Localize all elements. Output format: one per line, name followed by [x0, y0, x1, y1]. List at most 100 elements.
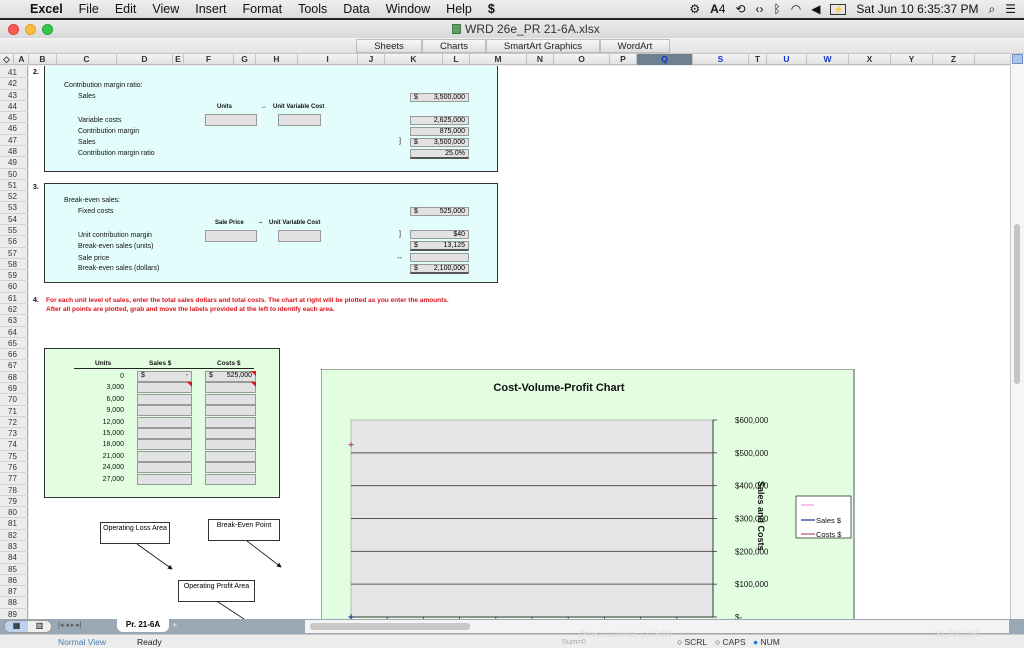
column-header-j[interactable]: J: [358, 54, 385, 65]
costs-input-cell[interactable]: [205, 393, 256, 405]
row-header-79[interactable]: 79: [0, 496, 28, 508]
column-header-q[interactable]: Q: [637, 54, 693, 65]
battery-icon[interactable]: ⚡: [830, 3, 847, 15]
sales-input-cell[interactable]: [137, 405, 192, 417]
sheet-tab-active[interactable]: Pr. 21-6A: [117, 619, 169, 632]
column-header-m[interactable]: M: [470, 54, 527, 65]
column-header-n[interactable]: N: [527, 54, 554, 65]
column-header-t[interactable]: T: [749, 54, 767, 65]
row-header-48[interactable]: 48: [0, 146, 28, 158]
notification-center-icon[interactable]: ☰: [1005, 2, 1016, 16]
column-header-e[interactable]: E: [173, 54, 184, 65]
sales-value-cell[interactable]: $3,500,000: [410, 93, 469, 102]
sheet-nav-arrows[interactable]: |◂ ◂ ▸ ▸|: [58, 621, 82, 629]
row-header-42[interactable]: 42: [0, 78, 28, 90]
sales-input-cell[interactable]: [137, 473, 192, 485]
sale-price-cell[interactable]: [410, 253, 469, 262]
sales-input-cell[interactable]: [137, 428, 192, 439]
row-header-54[interactable]: 54: [0, 214, 28, 225]
row-header-50[interactable]: 50: [0, 169, 28, 180]
be-dollars-cell[interactable]: $2,100,000: [410, 264, 469, 274]
row-header-71[interactable]: 71: [0, 406, 28, 417]
tab-sheets[interactable]: Sheets: [356, 39, 422, 53]
row-header-86[interactable]: 86: [0, 575, 28, 587]
costs-input-cell[interactable]: [205, 462, 256, 474]
page-layout-view-icon[interactable]: ▥: [28, 621, 51, 632]
vertical-scroll-thumb[interactable]: [1014, 224, 1020, 384]
row-header-70[interactable]: 70: [0, 394, 28, 406]
costs-input-cell[interactable]: [205, 382, 256, 394]
variable-costs-cell[interactable]: 2,625,000: [410, 116, 469, 125]
column-header-d[interactable]: D: [117, 54, 173, 65]
row-header-46[interactable]: 46: [0, 123, 28, 135]
column-header-u[interactable]: U: [767, 54, 807, 65]
vertical-scrollbar[interactable]: [1010, 54, 1024, 619]
unit-variable-cost-input-2[interactable]: [278, 230, 321, 242]
row-header-57[interactable]: 57: [0, 248, 28, 259]
row-header-81[interactable]: 81: [0, 518, 28, 530]
costs-first-cell[interactable]: $525,000: [205, 371, 256, 382]
row-header-78[interactable]: 78: [0, 485, 28, 496]
sales-input-cell[interactable]: [137, 416, 192, 428]
sales-cell-2[interactable]: $3,500,000: [410, 138, 469, 147]
column-header-y[interactable]: Y: [891, 54, 933, 65]
row-header-88[interactable]: 88: [0, 597, 28, 609]
cm-ratio-cell[interactable]: 25.0%: [410, 149, 469, 159]
menu-insert[interactable]: Insert: [187, 2, 234, 16]
be-units-cell[interactable]: $13,125: [410, 241, 469, 251]
row-header-44[interactable]: 44: [0, 101, 28, 113]
menu-help[interactable]: Help: [438, 2, 480, 16]
sales-first-cell[interactable]: $ -: [137, 371, 192, 382]
menu-file[interactable]: File: [71, 2, 107, 16]
operating-profit-label[interactable]: Operating Profit Area: [178, 580, 255, 602]
costs-input-cell[interactable]: [205, 439, 256, 451]
row-header-73[interactable]: 73: [0, 428, 28, 440]
zoom-button[interactable]: [42, 24, 53, 35]
normal-view-icon[interactable]: ▦: [5, 621, 28, 632]
tab-wordart[interactable]: WordArt: [600, 39, 670, 53]
clock[interactable]: Sat Jun 10 6:35:37 PM: [856, 2, 978, 16]
row-header-43[interactable]: 43: [0, 90, 28, 101]
column-header-s[interactable]: S: [693, 54, 749, 65]
tab-charts[interactable]: Charts: [422, 39, 486, 53]
cvp-chart[interactable]: Cost-Volume-Profit Chart$-$100,000$200,0…: [321, 369, 855, 619]
bluetooth-icon[interactable]: ᛒ: [774, 2, 781, 16]
menu-format[interactable]: Format: [235, 2, 291, 16]
row-header-67[interactable]: 67: [0, 360, 28, 372]
column-header-c[interactable]: C: [57, 54, 117, 65]
row-header-55[interactable]: 55: [0, 225, 28, 237]
row-header-47[interactable]: 47: [0, 135, 28, 146]
menu-data[interactable]: Data: [335, 2, 377, 16]
column-header-z[interactable]: Z: [933, 54, 975, 65]
tab-smartart-graphics[interactable]: SmartArt Graphics: [486, 39, 600, 53]
app-menu[interactable]: Excel: [22, 2, 71, 16]
row-header-41[interactable]: 41: [0, 67, 28, 79]
column-header-o[interactable]: O: [554, 54, 610, 65]
row-header-52[interactable]: 52: [0, 191, 28, 203]
column-header-g[interactable]: G: [234, 54, 256, 65]
column-header-h[interactable]: H: [256, 54, 298, 65]
column-header-x[interactable]: X: [849, 54, 891, 65]
column-header-w[interactable]: W: [807, 54, 849, 65]
select-all-corner[interactable]: ◇: [0, 54, 14, 65]
row-header-61[interactable]: 61: [0, 293, 28, 304]
code-icon[interactable]: ‹›: [756, 2, 764, 16]
close-button[interactable]: [8, 24, 19, 35]
column-header-l[interactable]: L: [443, 54, 470, 65]
row-header-80[interactable]: 80: [0, 507, 28, 519]
sales-input-cell[interactable]: [137, 382, 192, 394]
column-header-b[interactable]: B: [29, 54, 57, 65]
row-header-87[interactable]: 87: [0, 586, 28, 598]
menu-tools[interactable]: Tools: [290, 2, 335, 16]
script-icon[interactable]: $: [480, 2, 503, 16]
row-header-49[interactable]: 49: [0, 157, 28, 169]
row-header-72[interactable]: 72: [0, 417, 28, 429]
sales-input-cell[interactable]: [137, 439, 192, 451]
row-header-68[interactable]: 68: [0, 372, 28, 383]
operating-loss-label[interactable]: Operating Loss Area: [100, 522, 170, 544]
row-header-64[interactable]: 64: [0, 327, 28, 338]
spotlight-icon[interactable]: ⌕: [989, 2, 996, 17]
column-header-k[interactable]: K: [385, 54, 443, 65]
row-header-58[interactable]: 58: [0, 259, 28, 271]
break-even-label[interactable]: Break-Even Point: [208, 519, 280, 541]
